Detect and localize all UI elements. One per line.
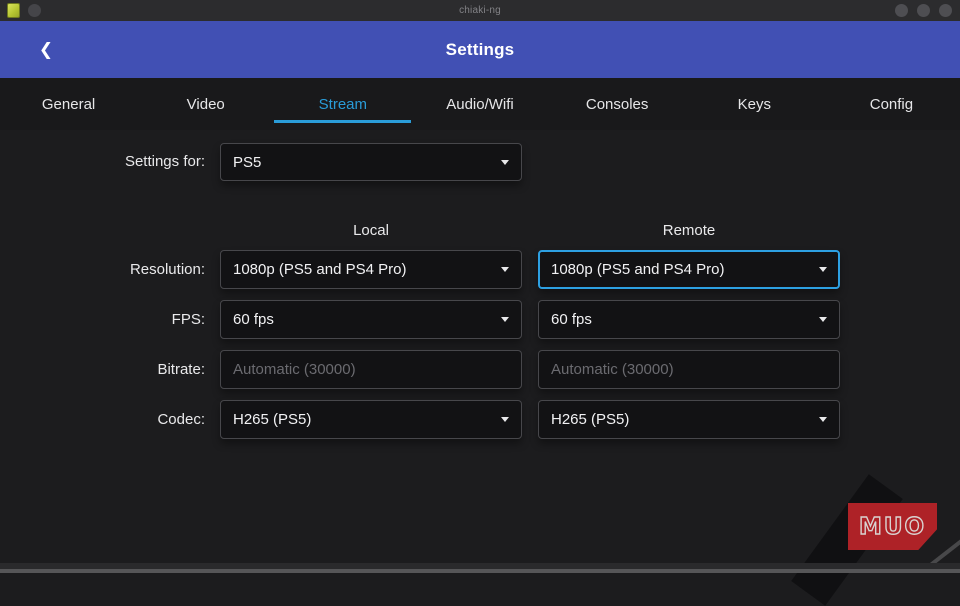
settings-for-dropdown[interactable]: PS5 xyxy=(220,143,522,181)
tab-keys[interactable]: Keys xyxy=(686,78,823,130)
chevron-down-icon xyxy=(819,417,827,422)
maximize-button[interactable] xyxy=(917,4,930,17)
close-button[interactable] xyxy=(939,4,952,17)
settings-for-label: Settings for: xyxy=(0,143,205,181)
settings-tabbar: General Video Stream Audio/Wifi Consoles… xyxy=(0,78,960,130)
resolution-local-dropdown[interactable]: 1080p (PS5 and PS4 Pro) xyxy=(220,250,522,289)
resolution-remote-dropdown[interactable]: 1080p (PS5 and PS4 Pro) xyxy=(538,250,840,289)
chevron-down-icon xyxy=(501,317,509,322)
codec-local-dropdown[interactable]: H265 (PS5) xyxy=(220,400,522,439)
os-titlebar: chiaki-ng xyxy=(0,0,960,21)
fps-label: FPS: xyxy=(0,300,205,339)
column-header-remote: Remote xyxy=(538,220,840,242)
page-title: Settings xyxy=(0,21,960,78)
settings-header: ❮ Settings xyxy=(0,21,960,78)
tab-general[interactable]: General xyxy=(0,78,137,130)
tab-consoles[interactable]: Consoles xyxy=(549,78,686,130)
bitrate-label: Bitrate: xyxy=(0,350,205,389)
tab-stream[interactable]: Stream xyxy=(274,78,411,130)
chevron-down-icon xyxy=(819,267,827,272)
chevron-down-icon xyxy=(501,160,509,165)
codec-remote-value: H265 (PS5) xyxy=(551,411,629,428)
fps-remote-dropdown[interactable]: 60 fps xyxy=(538,300,840,339)
codec-label: Codec: xyxy=(0,400,205,439)
fps-remote-value: 60 fps xyxy=(551,311,592,328)
codec-remote-dropdown[interactable]: H265 (PS5) xyxy=(538,400,840,439)
window-title: chiaki-ng xyxy=(0,0,960,21)
bottom-scrollbar[interactable] xyxy=(0,569,960,573)
muo-logo: MUO xyxy=(848,503,937,550)
muo-logo-text: MUO xyxy=(859,514,926,540)
codec-local-value: H265 (PS5) xyxy=(233,411,311,428)
minimize-button[interactable] xyxy=(895,4,908,17)
bitrate-local-input[interactable] xyxy=(220,350,522,389)
resolution-remote-value: 1080p (PS5 and PS4 Pro) xyxy=(551,261,724,278)
fps-local-dropdown[interactable]: 60 fps xyxy=(220,300,522,339)
column-header-local: Local xyxy=(220,220,522,242)
resolution-local-value: 1080p (PS5 and PS4 Pro) xyxy=(233,261,406,278)
fps-local-value: 60 fps xyxy=(233,311,274,328)
settings-for-value: PS5 xyxy=(233,154,261,171)
chevron-down-icon xyxy=(501,267,509,272)
tab-video[interactable]: Video xyxy=(137,78,274,130)
tab-audio-wifi[interactable]: Audio/Wifi xyxy=(411,78,548,130)
resolution-label: Resolution: xyxy=(0,250,205,289)
tab-config[interactable]: Config xyxy=(823,78,960,130)
bitrate-remote-input[interactable] xyxy=(538,350,840,389)
chevron-down-icon xyxy=(501,417,509,422)
chevron-down-icon xyxy=(819,317,827,322)
